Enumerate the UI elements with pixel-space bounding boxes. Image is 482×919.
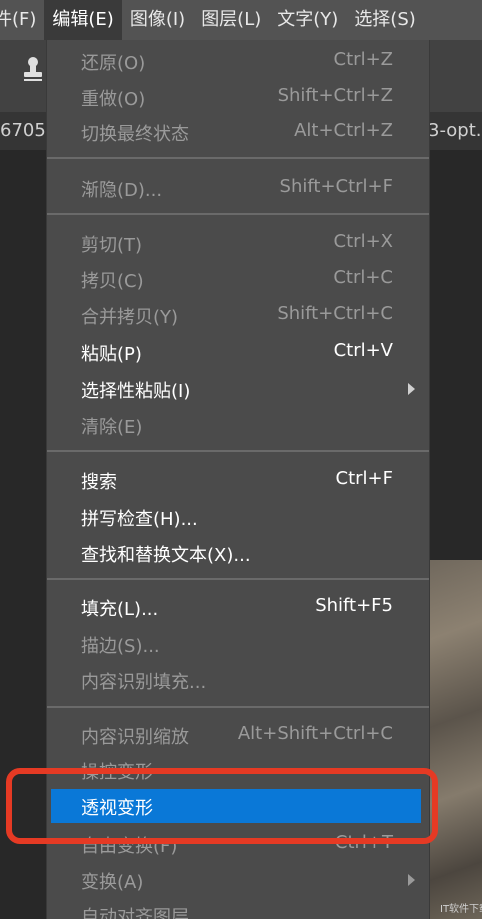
menu-item-fade[interactable]: 渐隐(D)... Shift+Ctrl+F xyxy=(47,171,429,205)
document-tab-right[interactable]: 3-opt.w xyxy=(428,120,482,141)
menu-select[interactable]: 选择(S) xyxy=(346,0,423,40)
menu-item-copy[interactable]: 拷贝(C) Ctrl+C xyxy=(47,262,429,296)
menu-separator xyxy=(47,578,429,580)
menu-item-label: 切换最终状态 xyxy=(81,124,189,145)
menu-layer[interactable]: 图层(L) xyxy=(193,0,269,40)
menu-image[interactable]: 图像(I) xyxy=(122,0,193,40)
menu-item-label: 粘贴(P) xyxy=(81,344,142,365)
watermark: IT软件下载网 xyxy=(440,904,482,915)
menu-item-label: 搜索 xyxy=(81,472,117,493)
menu-item-transform[interactable]: 变换(A) xyxy=(47,863,429,897)
menu-item-label: 清除(E) xyxy=(81,417,143,438)
menu-item-auto-align-layers[interactable]: 自动对齐图层 xyxy=(47,898,429,919)
menu-item-label: 填充(L)... xyxy=(81,599,159,620)
menu-item-shortcut: Ctrl+C xyxy=(333,267,393,288)
menu-item-label: 拼写检查(H)... xyxy=(81,509,198,530)
menu-item-label: 内容识别缩放 xyxy=(81,727,189,748)
menu-edit[interactable]: 编辑(E) xyxy=(44,0,122,40)
menu-item-content-aware-fill[interactable]: 内容识别填充... xyxy=(47,663,429,697)
menu-item-label: 查找和替换文本(X)... xyxy=(81,545,251,566)
menu-separator xyxy=(47,706,429,708)
menu-item-shortcut: Ctrl+Z xyxy=(333,49,393,70)
menu-item-shortcut: Ctrl+F xyxy=(335,468,393,489)
menu-separator xyxy=(47,213,429,215)
menu-item-label: 描边(S)... xyxy=(81,636,160,657)
menu-item-cut[interactable]: 剪切(T) Ctrl+X xyxy=(47,226,429,260)
document-tab-left[interactable]: 6705 xyxy=(0,120,46,141)
menu-item-label: 拷贝(C) xyxy=(81,271,144,292)
menu-item-spell-check[interactable]: 拼写检查(H)... xyxy=(47,500,429,534)
menu-item-shortcut: Ctrl+V xyxy=(333,340,393,361)
menu-item-label: 选择性粘贴(I) xyxy=(81,381,191,402)
menu-item-stroke[interactable]: 描边(S)... xyxy=(47,627,429,661)
menu-type[interactable]: 文字(Y) xyxy=(269,0,346,40)
menu-item-paste-special[interactable]: 选择性粘贴(I) xyxy=(47,372,429,406)
clone-stamp-icon[interactable] xyxy=(22,56,44,82)
menu-item-shortcut: Shift+Ctrl+C xyxy=(277,303,393,324)
menu-item-paste[interactable]: 粘贴(P) Ctrl+V xyxy=(47,335,429,369)
menu-item-content-aware-scale[interactable]: 内容识别缩放 Alt+Shift+Ctrl+C xyxy=(47,718,429,752)
menu-separator xyxy=(47,450,429,452)
menu-item-label: 变换(A) xyxy=(81,872,144,893)
menu-item-label: 合并拷贝(Y) xyxy=(81,307,179,328)
menu-item-label: 还原(O) xyxy=(81,53,146,74)
menu-item-find-replace[interactable]: 查找和替换文本(X)... xyxy=(47,536,429,570)
menu-item-shortcut: Ctrl+X xyxy=(333,231,393,252)
submenu-arrow-icon xyxy=(408,874,415,886)
menu-item-toggle-last-state[interactable]: 切换最终状态 Alt+Ctrl+Z xyxy=(47,115,429,149)
menu-item-label: 重做(O) xyxy=(81,89,146,110)
menu-separator xyxy=(47,157,429,159)
menu-item-label: 内容识别填充... xyxy=(81,672,207,693)
menu-item-clear[interactable]: 清除(E) xyxy=(47,408,429,442)
menu-item-shortcut: Alt+Ctrl+Z xyxy=(294,120,393,141)
submenu-arrow-icon xyxy=(408,383,415,395)
menu-item-shortcut: Alt+Shift+Ctrl+C xyxy=(237,723,393,744)
menu-item-shortcut: Shift+F5 xyxy=(315,595,393,616)
menu-item-shortcut: Shift+Ctrl+Z xyxy=(277,85,393,106)
menu-item-copy-merged[interactable]: 合并拷贝(Y) Shift+Ctrl+C xyxy=(47,298,429,332)
menu-item-undo[interactable]: 还原(O) Ctrl+Z xyxy=(47,44,429,78)
menu-item-label: 自动对齐图层 xyxy=(81,907,189,919)
menu-item-search[interactable]: 搜索 Ctrl+F xyxy=(47,463,429,497)
menu-item-label: 渐隐(D)... xyxy=(81,180,163,201)
menu-bar: 件(F) 编辑(E) 图像(I) 图层(L) 文字(Y) 选择(S) xyxy=(0,0,482,40)
menu-item-redo[interactable]: 重做(O) Shift+Ctrl+Z xyxy=(47,80,429,114)
menu-item-label: 剪切(T) xyxy=(81,235,143,256)
menu-item-fill[interactable]: 填充(L)... Shift+F5 xyxy=(47,590,429,624)
annotation-highlight-box xyxy=(6,768,438,844)
menu-file[interactable]: 件(F) xyxy=(0,0,44,40)
menu-item-shortcut: Shift+Ctrl+F xyxy=(279,176,393,197)
